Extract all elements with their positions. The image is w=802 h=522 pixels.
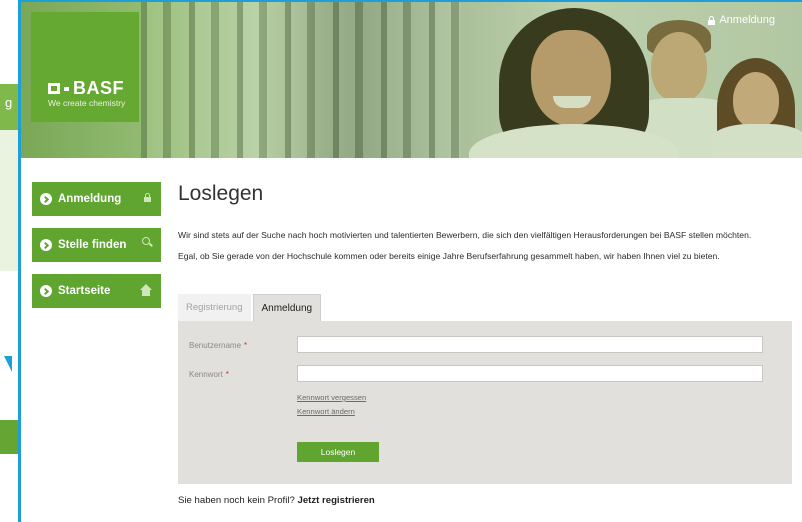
logo-dash-icon xyxy=(64,86,69,91)
chevron-right-icon xyxy=(40,285,52,297)
forgot-password-link[interactable]: Kennwort vergessen xyxy=(297,393,366,402)
login-form: Benutzername * Kennwort * Kennwort vergess… xyxy=(178,321,792,484)
sidebar-item-label: Anmeldung xyxy=(58,193,122,205)
main-content: Loslegen Wir sind stets auf der Suche na… xyxy=(178,182,798,262)
hero-banner: BASF We create chemistry Anmeldung xyxy=(21,2,802,158)
logo-tagline: We create chemistry xyxy=(48,98,126,108)
chevron-right-icon xyxy=(40,239,52,251)
register-link[interactable]: Jetzt registrieren xyxy=(297,495,374,506)
screen: g BASF We create chemistry Anmeldung Anm… xyxy=(0,0,802,522)
username-label-text: Benutzername xyxy=(189,341,242,350)
lock-icon xyxy=(708,15,716,25)
logo-mark: BASF xyxy=(48,78,124,99)
intro-text-2: Egal, ob Sie gerade von der Hochschule k… xyxy=(178,251,720,261)
lock-icon xyxy=(144,193,151,202)
logo-square-icon xyxy=(48,83,60,94)
password-input[interactable] xyxy=(297,365,763,382)
browser-window: BASF We create chemistry Anmeldung Anmel… xyxy=(18,0,802,522)
logo-text: BASF xyxy=(73,78,124,98)
background-page: g xyxy=(0,0,20,522)
tab-registrierung[interactable]: Registrierung xyxy=(178,294,251,321)
no-profile-text: Sie haben noch kein Profil? xyxy=(178,495,295,506)
sidebar-item-startseite[interactable]: Startseite xyxy=(32,274,161,308)
required-marker: * xyxy=(244,341,248,350)
background-panel-text: g xyxy=(5,95,13,110)
top-login-link[interactable]: Anmeldung xyxy=(708,14,775,26)
sidebar: Anmeldung Stelle finden Startseite xyxy=(32,182,161,320)
sidebar-item-label: Stelle finden xyxy=(58,239,127,251)
background-arrow-icon xyxy=(4,356,12,372)
required-marker: * xyxy=(225,370,229,379)
lock-icon-shape xyxy=(144,193,151,202)
sidebar-item-stelle-finden[interactable]: Stelle finden xyxy=(32,228,161,262)
password-label-text: Kennwort xyxy=(189,370,223,379)
top-login-label: Anmeldung xyxy=(719,14,775,26)
search-icon xyxy=(142,237,152,247)
password-label: Kennwort * xyxy=(189,370,229,379)
chevron-right-icon xyxy=(40,193,52,205)
sidebar-item-label: Startseite xyxy=(58,285,111,297)
background-green-bar xyxy=(0,420,20,454)
register-prompt: Sie haben noch kein Profil? Jetzt regist… xyxy=(178,495,375,506)
sidebar-item-anmeldung[interactable]: Anmeldung xyxy=(32,182,161,216)
username-label: Benutzername * xyxy=(189,341,247,350)
home-icon xyxy=(140,284,152,296)
intro-text: Wir sind stets auf der Suche nach hoch m… xyxy=(178,230,752,240)
background-panel: g xyxy=(0,84,20,271)
page-title: Loslegen xyxy=(178,182,264,205)
username-input[interactable] xyxy=(297,336,763,353)
tab-anmeldung[interactable]: Anmeldung xyxy=(252,294,322,321)
background-panel-inner xyxy=(0,130,20,271)
login-tabs: Registrierung Anmeldung xyxy=(178,294,322,321)
login-submit-button[interactable]: Loslegen xyxy=(297,442,379,462)
change-password-link[interactable]: Kennwort ändern xyxy=(297,407,355,416)
basf-logo[interactable]: BASF We create chemistry xyxy=(31,12,139,122)
